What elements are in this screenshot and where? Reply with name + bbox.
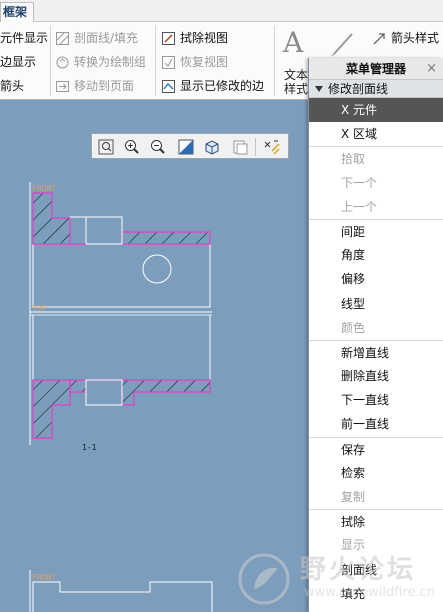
front-view: FRONT: [32, 184, 211, 308]
repaint-button[interactable]: [176, 137, 196, 157]
menu-item: 拾取: [309, 146, 443, 170]
watermark-text: 野火论坛: [300, 555, 417, 585]
restore-view-icon: [161, 55, 176, 70]
cube-icon: [205, 140, 219, 155]
show-modified-edges-button[interactable]: 显示已修改的边: [161, 76, 264, 96]
front-outline: [32, 192, 211, 308]
refit-button[interactable]: [96, 137, 116, 157]
hatch-region: [86, 379, 211, 406]
menu-item: 上一个: [341, 199, 378, 214]
menu-item[interactable]: 线型: [309, 292, 443, 316]
arrow-button[interactable]: 箭头: [0, 76, 24, 96]
datum-icon: [264, 140, 280, 155]
menu-item[interactable]: 下一直线: [309, 388, 443, 412]
move-to-page-button[interactable]: 移动到页面: [55, 76, 134, 96]
svg-text:A: A: [282, 26, 304, 56]
menu-item: 下一个: [341, 175, 378, 190]
watermark-url: www.proewildfire.cn: [304, 585, 435, 600]
ribbon-separator: [155, 26, 156, 96]
menu-item[interactable]: 保存: [309, 436, 443, 461]
text-style-button[interactable]: A 文本 样式: [282, 26, 308, 98]
menu-item-list: X 元件 X 区域 拾取下一个上一个间距 角度 偏移 线型颜色新增直线 删除直线 下一直线 前一…: [309, 98, 443, 606]
view-toolbar: [91, 133, 289, 159]
top-slot: [85, 379, 123, 406]
menu-item: 复制: [341, 490, 366, 504]
erase-view-icon: [161, 31, 176, 46]
front-outline-lower: [32, 581, 213, 612]
component-display-button[interactable]: 元件显示: [0, 28, 48, 48]
zoom-in-button[interactable]: [122, 137, 142, 157]
triangle-down-icon: [315, 86, 323, 92]
menu-item[interactable]: 检索: [309, 461, 443, 485]
arrow-style-icon: [372, 31, 387, 46]
menu-item[interactable]: X 区域: [309, 122, 443, 146]
watermark-logo-icon: [238, 553, 290, 605]
display-style-button[interactable]: [202, 137, 222, 157]
refit-icon: [98, 139, 114, 155]
menu-item: 颜色: [341, 320, 366, 335]
erase-view-button[interactable]: 拭除视图: [161, 28, 228, 48]
top-view: TOP 1-1: [30, 304, 212, 452]
toolbar-separator: [255, 138, 256, 156]
menu-item[interactable]: 前一直线: [309, 412, 443, 436]
hatch-fill-button[interactable]: 剖面线/填充: [55, 28, 138, 48]
repaint-icon: [178, 139, 194, 155]
front-view-label-2: FRONT: [32, 573, 56, 582]
hatch-region: [32, 379, 71, 439]
menu-section-modify-hatch[interactable]: 修改剖面线: [309, 80, 443, 98]
zoom-out-button[interactable]: [148, 137, 168, 157]
menu-item[interactable]: 角度: [309, 243, 443, 267]
menu-item[interactable]: 拭除: [309, 509, 443, 533]
saved-views-button[interactable]: [230, 137, 250, 157]
menu-item[interactable]: 间距: [309, 218, 443, 243]
front-hole: [142, 254, 172, 284]
zoom-in-icon: [125, 140, 139, 154]
datum-display-button[interactable]: [262, 137, 282, 157]
arrow-style-button[interactable]: 箭头样式: [372, 28, 439, 48]
hatch-region: [69, 379, 87, 393]
ribbon-separator: [274, 26, 275, 96]
ribbon-tab-strip: 框架: [0, 0, 443, 22]
menu-item[interactable]: X 元件: [309, 98, 443, 123]
edge-display-button[interactable]: 边显示: [0, 52, 36, 72]
menu-item[interactable]: 偏移: [309, 267, 443, 291]
zoom-out-icon: [151, 140, 165, 154]
watermark: 野火论坛 www.proewildfire.cn: [232, 545, 443, 612]
tab-frame[interactable]: 框架: [0, 2, 35, 22]
section-label: 1-1: [82, 443, 97, 452]
close-icon[interactable]: ×: [426, 58, 437, 80]
menu-manager: 菜单管理器 × 修改剖面线 X 元件 X 区域 拾取下一个上一个间距 角度 偏移 线型颜色…: [308, 58, 443, 612]
convert-icon: [55, 55, 70, 70]
front-view-lower: FRONT: [29, 570, 213, 612]
restore-view-button[interactable]: 恢复视图: [161, 52, 228, 72]
menu-item[interactable]: 新增直线: [309, 339, 443, 364]
pen-icon: [330, 30, 358, 58]
hatch-region: [32, 192, 71, 245]
menu-item[interactable]: 删除直线: [309, 364, 443, 388]
hatch-icon: [55, 31, 70, 46]
text-style-icon: A: [282, 26, 304, 59]
modified-edges-icon: [161, 79, 176, 94]
front-slot: [85, 216, 123, 245]
saved-views-icon: [233, 140, 248, 155]
ribbon-separator: [50, 26, 51, 96]
convert-to-draft-group-button[interactable]: 转换为绘制组: [55, 52, 146, 72]
top-outline: [32, 315, 211, 381]
move-page-icon: [55, 79, 70, 94]
hatch-region: [121, 231, 211, 245]
menu-manager-title: 菜单管理器 ×: [309, 58, 443, 80]
front-view-label: FRONT: [32, 184, 56, 193]
